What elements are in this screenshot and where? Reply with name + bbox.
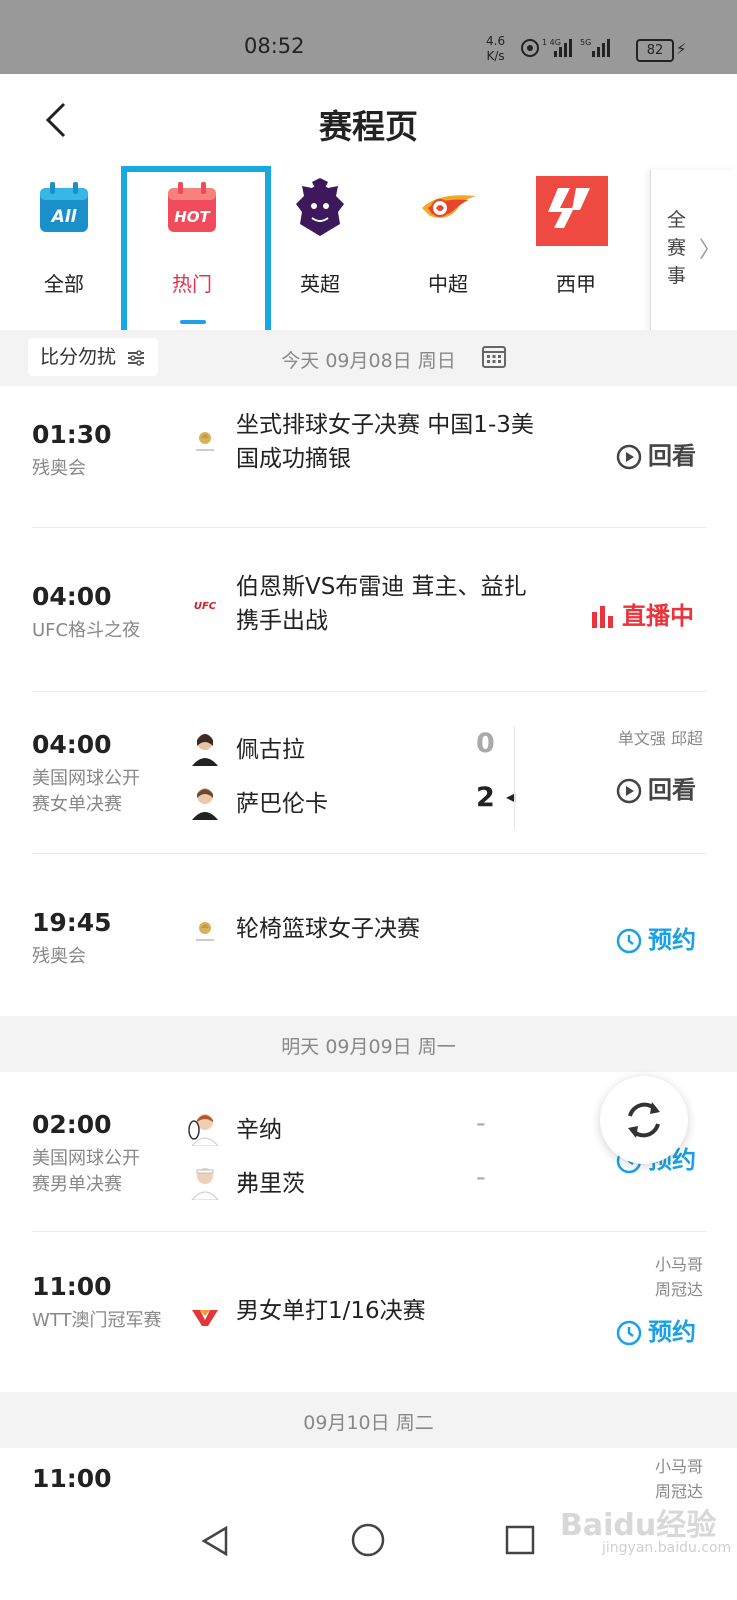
tab-laliga[interactable]: 西甲: [512, 170, 640, 330]
category-tabs: All 全部 HOT 热门 英超 中超 西甲: [0, 170, 737, 331]
selection-highlight-box: [121, 166, 271, 336]
player-avatar: [192, 734, 218, 766]
app-header: 赛程页: [0, 74, 737, 170]
commentators: 小马哥 周冠达: [654, 1457, 703, 1501]
charging-icon: ⚡: [676, 40, 687, 58]
battery-icon: 82: [636, 39, 674, 62]
player-score: 0: [476, 728, 495, 759]
match-row[interactable]: 11:00 WTT澳门冠军赛 男女单打1/16决赛 小马哥 周冠达 预约: [0, 1232, 737, 1392]
signal-icons: 1 4G 5G: [521, 38, 610, 57]
match-time: 04:00: [32, 730, 112, 759]
match-competition: 残奥会: [32, 458, 86, 479]
tab-label: 中超: [428, 272, 468, 296]
live-now-button[interactable]: 直播中: [590, 596, 694, 631]
network-speed: 4.6 K/s: [486, 34, 506, 63]
status-time: 08:52: [244, 34, 305, 58]
match-time: 01:30: [32, 420, 112, 449]
tab-label: 英超: [300, 272, 340, 296]
play-circle-icon: [616, 444, 642, 470]
player-name: 弗里茨: [236, 1171, 305, 1197]
match-time: 19:45: [32, 908, 112, 937]
player-score: 2: [476, 782, 495, 813]
nav-home-icon[interactable]: [350, 1522, 386, 1558]
match-competition: WTT澳门冠军赛: [32, 1310, 162, 1331]
day-header-tomorrow: 明天 09月09日 周一: [0, 1016, 737, 1072]
csl-fire-ball-icon: [422, 195, 476, 218]
player-score: -: [476, 1162, 486, 1193]
calendar-icon[interactable]: [482, 344, 506, 368]
tab-premier-league[interactable]: 英超: [256, 170, 384, 330]
player-avatar: [191, 1168, 219, 1200]
tab-csl[interactable]: 中超: [384, 170, 512, 330]
replay-button[interactable]: 回看: [616, 436, 696, 471]
reserve-button[interactable]: 预约: [616, 920, 696, 955]
calendar-all-icon: All: [40, 182, 88, 232]
match-competition: 残奥会: [32, 946, 86, 967]
chevron-right-icon: 〉: [699, 238, 722, 263]
match-row[interactable]: 19:45 残奥会 轮椅篮球女子决赛 预约: [0, 854, 737, 1016]
match-time: 11:00: [32, 1272, 112, 1301]
match-description: 轮椅篮球女子决赛: [236, 916, 420, 942]
match-row[interactable]: 04:00 UFC格斗之夜 UFC 伯恩斯VS布雷迪 茸主、益扎携手出战 直播中: [0, 528, 737, 692]
day-label: 09月10日 周二: [303, 1412, 434, 1434]
svg-text:All: All: [50, 207, 78, 227]
match-competition: 美国网球公开赛女单决赛: [32, 768, 140, 815]
commentators: 小马哥 周冠达: [654, 1255, 703, 1299]
laliga-logo-icon: [536, 176, 608, 246]
day-label: 今天 09月08日 周日: [281, 350, 456, 372]
player-name: 佩古拉: [236, 737, 305, 763]
clock-icon: [616, 928, 642, 954]
match-row[interactable]: 11:00 小马哥 周冠达: [0, 1448, 737, 1508]
match-competition: 美国网球公开赛男单决赛: [32, 1148, 140, 1195]
match-row[interactable]: 01:30 残奥会 坐式排球女子决赛 中国1-3美国成功摘银 回看: [0, 386, 737, 528]
wtt-logo-icon: [192, 1310, 218, 1326]
reserve-button[interactable]: 预约: [616, 1312, 696, 1347]
premier-league-lion-icon: [296, 178, 344, 236]
refresh-icon: [628, 1102, 660, 1138]
match-time: 11:00: [32, 1464, 112, 1493]
paralympics-logo-icon: [196, 432, 214, 451]
svg-text:UFC: UFC: [194, 601, 217, 612]
paralympics-logo-icon: [196, 922, 214, 941]
column-divider: [514, 726, 515, 830]
refresh-button[interactable]: [600, 1076, 688, 1164]
replay-button[interactable]: 回看: [616, 770, 696, 805]
status-bar: 08:52 4.6 K/s 1 4G 5G 82 ⚡: [0, 0, 737, 74]
live-bars-icon: [592, 606, 613, 628]
all-events-label: 全赛事: [667, 209, 687, 287]
watermark-logo: Baidu经验: [560, 1508, 717, 1543]
svg-text:5G: 5G: [580, 38, 591, 47]
svg-text:1 4G: 1 4G: [542, 38, 561, 47]
player-name: 辛纳: [236, 1117, 282, 1143]
tab-all[interactable]: All 全部: [0, 170, 128, 330]
page-title: 赛程页: [319, 107, 418, 146]
day-header-0910: 09月10日 周二: [0, 1392, 737, 1448]
clock-icon: [616, 1320, 642, 1346]
match-description: 男女单打1/16决赛: [236, 1298, 426, 1324]
play-circle-icon: [616, 778, 642, 804]
match-description: 伯恩斯VS布雷迪 茸主、益扎携手出战: [236, 574, 527, 634]
watermark-url: jingyan.baidu.com: [602, 1540, 732, 1556]
nav-back-icon[interactable]: [198, 1524, 232, 1558]
player-avatar: [192, 788, 218, 820]
day-header-today: 比分勿扰 今天 09月08日 周日: [0, 330, 737, 386]
match-competition: UFC格斗之夜: [32, 620, 141, 641]
player-name: 萨巴伦卡: [236, 791, 328, 817]
tab-label: 全部: [44, 272, 84, 296]
player-score: -: [476, 1108, 486, 1139]
match-description: 坐式排球女子决赛 中国1-3美国成功摘银: [236, 412, 534, 472]
match-row[interactable]: 04:00 美国网球公开赛女单决赛 佩古拉 0 萨巴伦卡 2 ◀ 单文强 邱超 …: [0, 692, 737, 854]
player-avatar: [188, 1114, 219, 1146]
commentators: 单文强 邱超: [617, 729, 703, 748]
day-label: 明天 09月09日 周一: [281, 1036, 456, 1058]
nav-recents-icon[interactable]: [504, 1524, 536, 1556]
match-time: 04:00: [32, 582, 112, 611]
tab-label: 西甲: [556, 272, 596, 296]
all-events-button[interactable]: 全赛事 〉: [650, 170, 737, 330]
ufc-logo-icon: UFC: [194, 601, 217, 612]
match-time: 02:00: [32, 1110, 112, 1139]
